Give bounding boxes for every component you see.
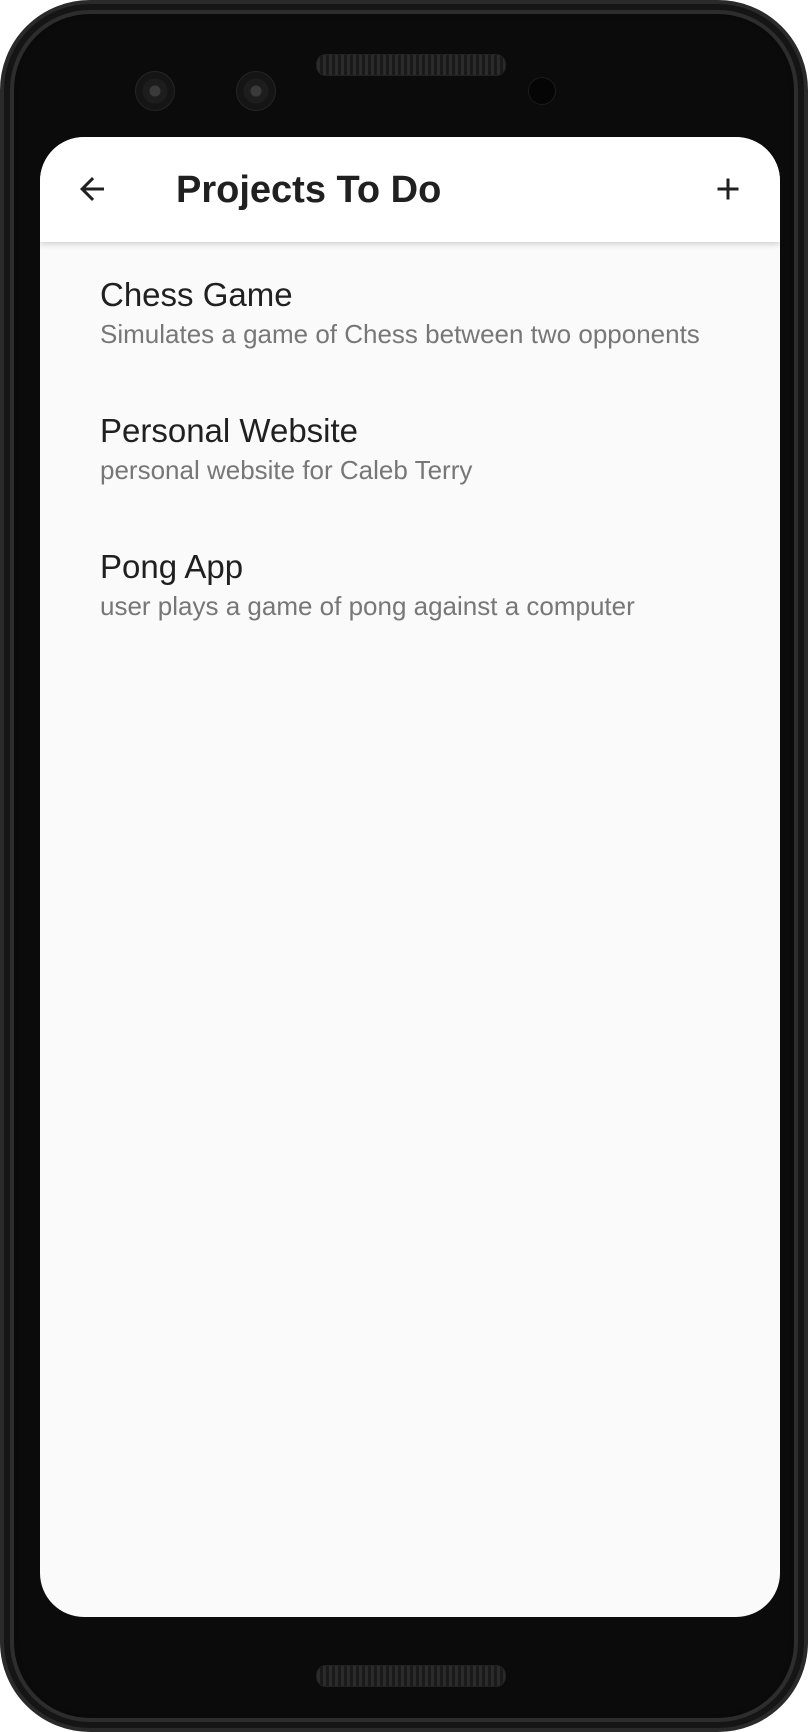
app-screen: Projects To Do Chess Game Simulates a ga… [40,137,780,1617]
list-item-title: Chess Game [100,276,293,313]
plus-icon [717,178,739,200]
back-button[interactable] [68,165,116,213]
device-frame: Projects To Do Chess Game Simulates a ga… [0,0,808,1732]
list-item-chess-game[interactable]: Chess Game Simulates a game of Chess bet… [40,267,780,403]
proximity-sensor [528,77,556,105]
list-item-title: Pong App [100,548,244,585]
list-item-personal-website[interactable]: Personal Website personal website for Ca… [40,403,780,539]
arrow-back-icon [80,177,104,201]
front-camera-icon [236,71,276,111]
list-item-subtitle: Simulates a game of Chess between two op… [100,319,700,349]
list-item-subtitle: personal website for Caleb Terry [100,455,473,485]
add-project-button[interactable] [704,165,752,213]
page-title: Projects To Do [176,169,442,211]
list-item-title: Personal Website [100,412,359,449]
list-item-pong-app[interactable]: Pong App user plays a game of pong again… [40,539,780,675]
project-list: Chess Game Simulates a game of Chess bet… [40,267,780,675]
earpiece-speaker [316,54,506,76]
front-camera-icon [135,71,175,111]
list-item-subtitle: user plays a game of pong against a comp… [100,591,635,621]
app-bar: Projects To Do [40,137,780,242]
bottom-speaker [316,1665,506,1687]
